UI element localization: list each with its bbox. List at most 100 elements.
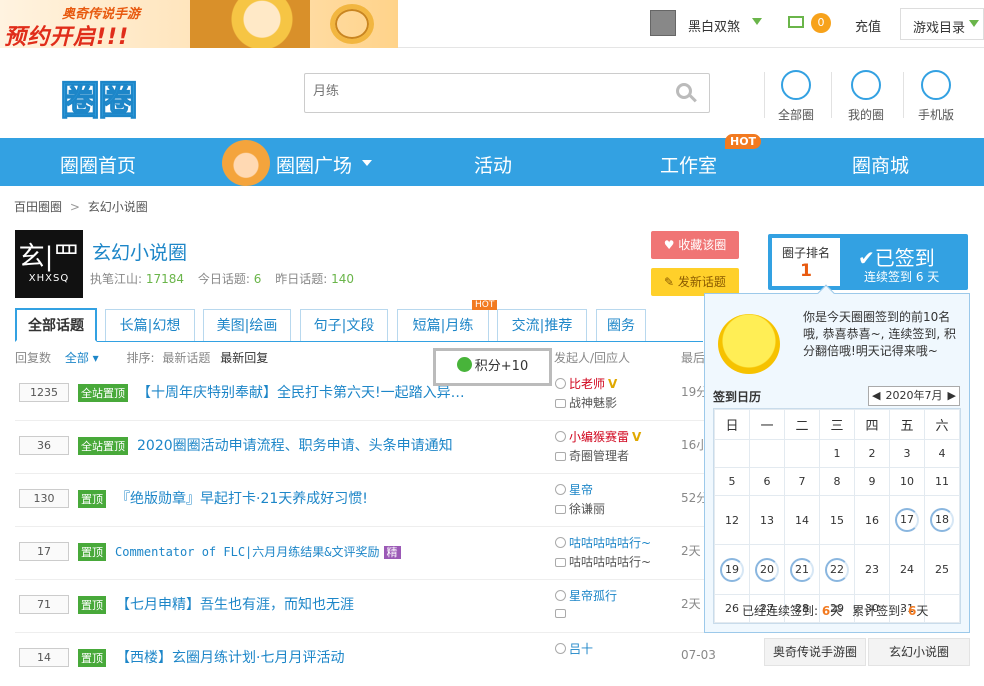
divider [764,72,765,118]
calendar-day: 18 [924,494,960,546]
topic-title[interactable]: 【西楼】玄圈月练计划·七月月评活动 [116,647,344,667]
face-icon [555,484,566,495]
calendar-day-number: 15 [830,513,844,527]
next-month-icon[interactable]: ▶ [948,387,959,405]
topic-author: 小编猴赛雷 V [555,428,641,445]
signed-status[interactable]: ✔已签到 [858,242,935,271]
nav-home[interactable]: 圈圈首页 [60,151,136,178]
today-value: 6 [253,272,262,286]
mail-icon[interactable] [788,16,804,28]
calendar-day: 19 [714,544,750,596]
sort-latest-reply[interactable]: 最新回复 [220,351,268,365]
favorite-circle-button[interactable]: ♥ 收藏该圈 [651,231,739,259]
score-text: 积分+10 [474,359,529,374]
topic-author: 比老师 V [555,375,617,392]
calendar-day-number: 18 [930,508,954,533]
weekday-header: 四 [854,409,890,440]
tab-art[interactable]: 美图|绘画 [203,309,291,341]
table-row[interactable]: 71 置顶 【七月申精】吾生也有涯，而知也无涯 星帝孤行 2天 [15,580,705,633]
tab-long-fantasy[interactable]: 长篇|幻想 [105,309,195,341]
new-topic-button[interactable]: ✎ 发新话题 [651,268,739,296]
calendar-day-number: 7 [798,474,806,488]
chevron-down-icon[interactable] [362,160,372,166]
topic-title[interactable]: 【七月申精】吾生也有涯，而知也无涯 [116,594,354,614]
calendar-day-number: 4 [938,446,946,460]
calendar-day-number: 16 [865,513,879,527]
breadcrumb-root[interactable]: 百田圈圈 [14,200,62,214]
table-row[interactable]: 14 置顶 【西楼】玄圈月练计划·七月月评活动 吕十 07-03 [15,633,716,686]
side-link-novel-circle[interactable]: 玄幻小说圈 [868,638,970,666]
streak-label: 已经连续签到: [742,604,819,618]
table-row[interactable]: 1235 全站置顶 【十周年庆特别奉献】全民打卡第六天!一起踏入异… 比老师 V … [15,368,708,421]
side-link-game-circle[interactable]: 奥奇传说手游圈 [764,638,866,666]
last-header: 最后 [681,351,706,365]
topic-author: 吕十 [555,640,593,657]
calendar-day: 17 [889,494,925,546]
circle-stats: 执笔江山: 17184 今日话题: 6 昨日话题: 140 [90,270,354,287]
tab-affairs[interactable]: 圈务 [596,309,646,341]
tab-short-monthly[interactable]: 短篇|月练 [397,309,489,341]
tab-sentences[interactable]: 句子|文段 [300,309,388,341]
user-name[interactable]: 黑白双煞 [688,16,740,35]
recharge-link[interactable]: 充值 [855,16,881,35]
table-row[interactable]: 36 全站置顶 2020圈圈活动申请流程、职务申请、头条申请通知 小编猴赛雷 V … [15,421,708,474]
topic-replier: 咕咕咕咕咕行~ [555,553,651,570]
breadcrumb: 百田圈圈 > 玄幻小说圈 [14,198,148,215]
nav-mall[interactable]: 圈商城 [852,151,909,178]
face-icon [555,431,566,442]
table-row[interactable]: 130 置顶 『绝版勋章』早起打卡·21天养成好习惯! 星帝 徐谦丽 52分 [15,474,708,527]
chevron-down-icon[interactable] [752,18,762,25]
all-circles-link[interactable]: 全部圈 [768,70,824,123]
leader-value: 17184 [145,272,185,286]
mobile-link[interactable]: 手机版 [908,70,964,123]
author-name[interactable]: 咕咕咕咕咕行~ [569,536,651,550]
calendar-month-picker[interactable]: ◀ 2020年7月 ▶ [868,386,960,406]
chevron-down-icon[interactable]: ▾ [89,351,99,365]
calendar-day: 4 [924,439,960,468]
site-logo[interactable]: 圈圈 [60,68,139,126]
calendar-day: 3 [889,439,925,468]
sort-latest-topic[interactable]: 最新话题 [162,351,210,365]
replier-name[interactable]: 徐谦丽 [569,502,605,516]
tab-all[interactable]: 全部话题 [15,308,97,342]
author-name[interactable]: 吕十 [569,642,593,656]
page-title[interactable]: 玄幻小说圈 [92,238,187,265]
table-row[interactable]: 17 置顶 Commentator of FLC|六月月练结果&文评奖励精 咕咕… [15,527,705,580]
replier-name[interactable]: 奇圈管理者 [569,449,629,463]
my-circles-link[interactable]: 我的圈 [838,70,894,123]
author-name[interactable]: 星帝孤行 [569,589,617,603]
breadcrumb-separator: > [69,200,80,214]
filter-all-dropdown[interactable]: 全部 [65,351,89,365]
promo-banner[interactable]: 奥奇传说手游 预约开启!!! [0,0,398,48]
author-name[interactable]: 比老师 [569,377,605,391]
author-name[interactable]: 小编猴赛雷 [569,430,629,444]
calendar-day-number: 19 [720,557,744,582]
topic-title[interactable]: 【十周年庆特别奉献】全民打卡第六天!一起踏入异… [137,382,465,402]
replier-name[interactable]: 战神魅影 [569,396,617,410]
replier-name[interactable]: 咕咕咕咕咕行~ [569,555,651,569]
nav-plaza[interactable]: 圈圈广场 [276,151,352,178]
calendar-day: 16 [854,494,890,546]
topic-title[interactable]: Commentator of FLC|六月月练结果&文评奖励精 [115,543,401,560]
calendar-day: 5 [714,466,750,496]
author-name[interactable]: 星帝 [569,483,593,497]
reply-icon [555,505,566,514]
signin-calendar: 日一二三四五六 1 2 3 4 5 6 7 8 9 10 11 12 13 14 15 16 17 18 19 20 2… [713,408,961,624]
search-input[interactable] [313,84,673,99]
tab-exchange[interactable]: 交流|推荐 [497,309,587,341]
divider [831,72,832,118]
sort-label: 排序: [126,351,155,365]
nav-studio[interactable]: 工作室 [660,151,717,178]
avatar[interactable] [650,10,676,36]
streak-value: 6 [821,604,831,618]
new-topic-label: 发新话题 [677,275,726,289]
reply-count: 17 [19,542,69,561]
topic-title[interactable]: 『绝版勋章』早起打卡·21天养成好习惯! [116,488,368,508]
nav-activity[interactable]: 活动 [474,151,512,178]
topic-title[interactable]: 2020圈圈活动申请流程、职务申请、头条申请通知 [137,435,453,455]
day-unit: 天 [916,604,929,618]
prev-month-icon[interactable]: ◀ [869,387,880,405]
calendar-day [784,439,820,468]
calendar-day [924,594,960,623]
reply-count: 36 [19,436,69,455]
